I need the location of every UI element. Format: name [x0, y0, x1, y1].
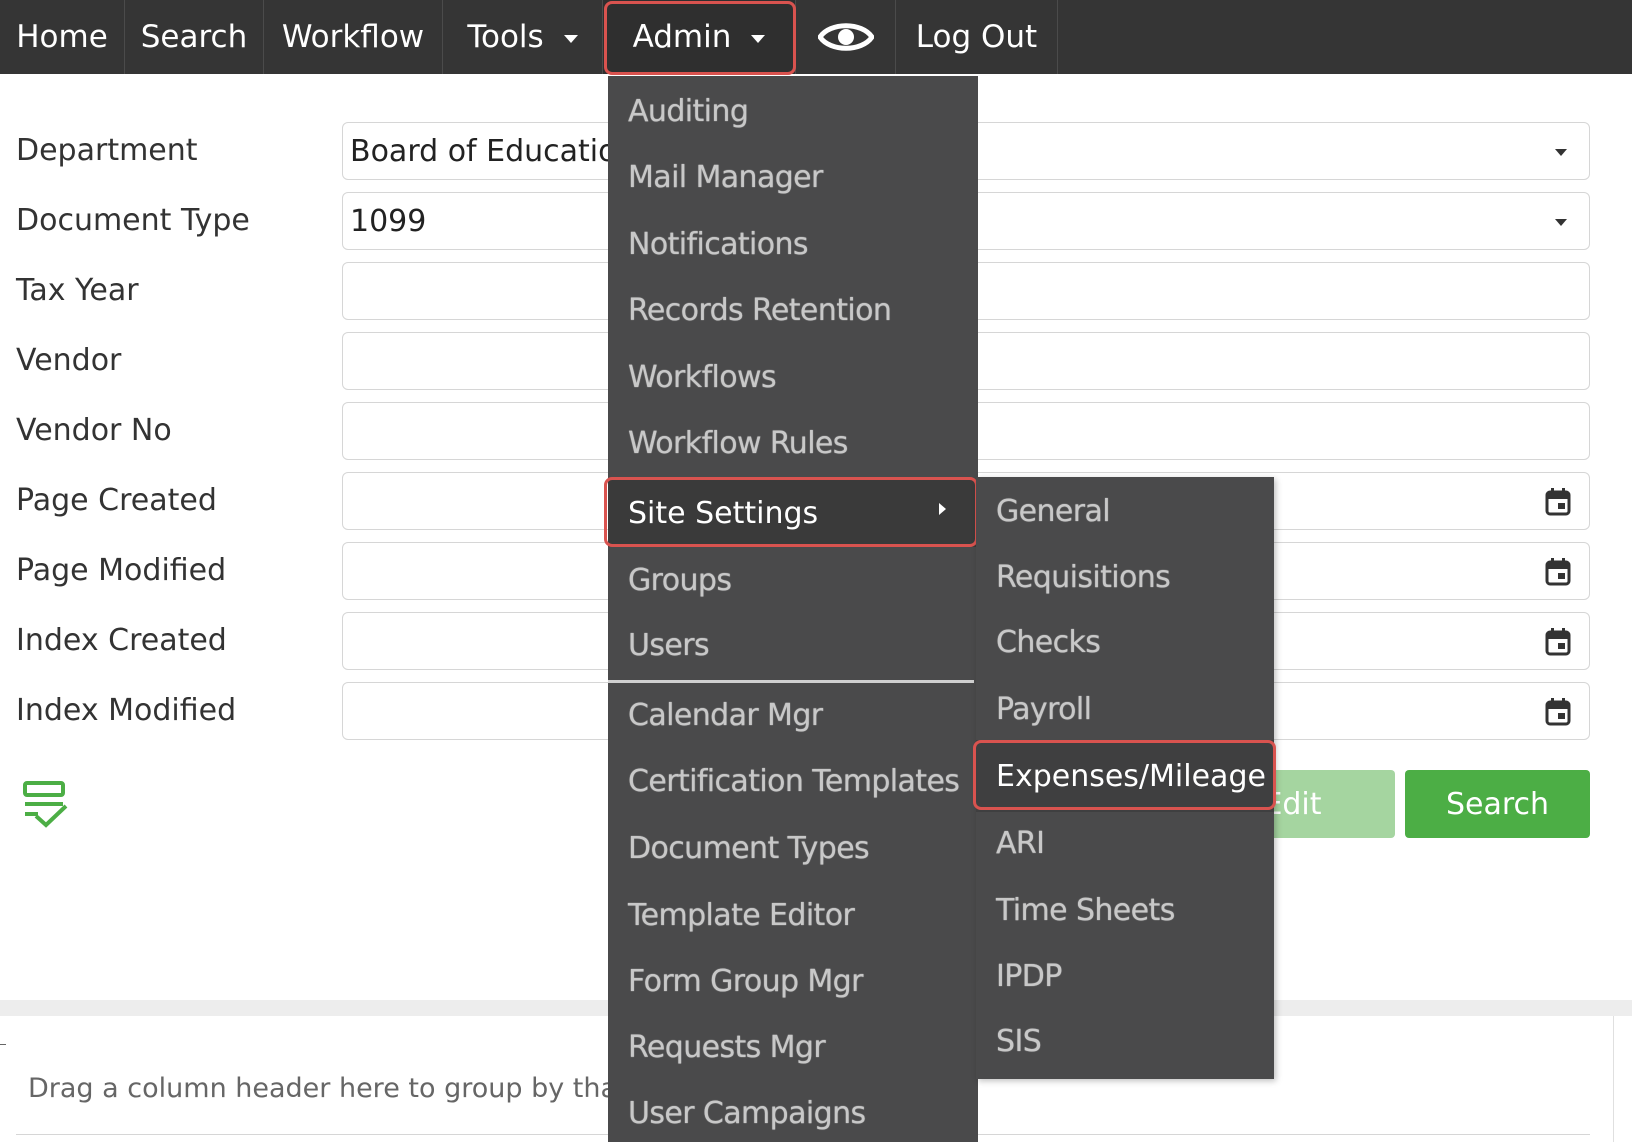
nav-admin[interactable]: Admin [603, 0, 796, 74]
nav-search-label: Search [140, 19, 248, 55]
calendar-icon[interactable] [1545, 628, 1571, 656]
nav-tools-label: Tools [467, 19, 544, 55]
menu-item-certification-templates[interactable]: Certification Templates [608, 751, 978, 811]
menu-item-user-campaigns[interactable]: User Campaigns [608, 1083, 978, 1142]
nav-workflow-label: Workflow [281, 19, 425, 55]
menu-item-workflow-rules[interactable]: Workflow Rules [608, 413, 978, 473]
calendar-icon[interactable] [1545, 558, 1571, 586]
site-settings-submenu: General Requisitions Checks Payroll Expe… [976, 477, 1274, 1079]
submenu-item-ipdp[interactable]: IPDP [976, 945, 1274, 1007]
menu-item-document-types[interactable]: Document Types [608, 818, 978, 878]
search-button[interactable]: Search [1405, 770, 1590, 838]
nav-tools[interactable]: Tools [443, 0, 603, 74]
nav-home[interactable]: Home [0, 0, 125, 74]
menu-item-calendar-mgr[interactable]: Calendar Mgr [608, 685, 978, 745]
submenu-item-general[interactable]: General [976, 480, 1274, 542]
group-drop-hint[interactable]: Drag a column header here to group by th… [28, 1073, 668, 1104]
document-type-value: 1099 [350, 203, 427, 239]
nav-admin-label: Admin [632, 19, 732, 55]
chevron-down-icon [1555, 219, 1567, 226]
menu-item-groups[interactable]: Groups [608, 550, 978, 610]
nav-logout-label: Log Out [915, 19, 1038, 55]
submenu-item-requisitions[interactable]: Requisitions [976, 546, 1274, 608]
menu-item-site-settings-label: Site Settings [628, 495, 819, 531]
chevron-down-icon [1555, 149, 1567, 156]
grid-edge-mark [0, 1044, 6, 1045]
eye-icon [817, 23, 874, 51]
top-navbar: Home Search Workflow Tools Admin Log Out [0, 0, 1632, 74]
submenu-item-payroll[interactable]: Payroll [976, 678, 1274, 740]
submenu-item-ari[interactable]: ARI [976, 812, 1274, 874]
submenu-item-checks[interactable]: Checks [976, 611, 1274, 673]
submenu-item-expenses-mileage[interactable]: Expenses/Mileage [976, 740, 1274, 812]
index-created-label: Index Created [16, 623, 227, 658]
document-type-label: Document Type [16, 203, 250, 238]
nav-search[interactable]: Search [125, 0, 264, 74]
menu-item-requests-mgr[interactable]: Requests Mgr [608, 1017, 978, 1077]
admin-dropdown-menu: Auditing Mail Manager Notifications Reco… [608, 76, 978, 1142]
menu-item-records-retention[interactable]: Records Retention [608, 280, 978, 340]
search-button-label: Search [1445, 786, 1550, 822]
department-label: Department [16, 133, 198, 168]
menu-item-notifications[interactable]: Notifications [608, 214, 978, 274]
menu-item-form-group-mgr[interactable]: Form Group Mgr [608, 951, 978, 1011]
chevron-down-icon [563, 35, 578, 43]
vendor-label: Vendor [16, 343, 122, 378]
nav-workflow[interactable]: Workflow [264, 0, 443, 74]
checklist-icon[interactable] [22, 780, 70, 828]
index-modified-label: Index Modified [16, 693, 237, 728]
calendar-icon[interactable] [1545, 488, 1571, 516]
menu-divider [608, 680, 974, 683]
page-created-label: Page Created [16, 483, 217, 518]
menu-item-site-settings[interactable]: Site Settings [608, 479, 978, 547]
menu-item-auditing[interactable]: Auditing [608, 81, 978, 141]
menu-item-workflows[interactable]: Workflows [608, 347, 978, 407]
submenu-item-sis[interactable]: SIS [976, 1010, 1274, 1072]
vendor-no-label: Vendor No [16, 413, 172, 448]
menu-item-template-editor[interactable]: Template Editor [608, 885, 978, 945]
submenu-item-time-sheets[interactable]: Time Sheets [976, 879, 1274, 941]
nav-home-label: Home [16, 19, 108, 55]
calendar-icon[interactable] [1545, 698, 1571, 726]
chevron-right-icon [939, 503, 946, 515]
nav-eye-button[interactable] [796, 0, 896, 74]
page-modified-label: Page Modified [16, 553, 227, 588]
nav-logout[interactable]: Log Out [896, 0, 1058, 74]
menu-item-mail-manager[interactable]: Mail Manager [608, 147, 978, 207]
department-value: Board of Educatio [350, 133, 617, 169]
chevron-down-icon [751, 35, 766, 43]
menu-item-users[interactable]: Users [608, 615, 978, 675]
tax-year-label: Tax Year [16, 273, 139, 308]
